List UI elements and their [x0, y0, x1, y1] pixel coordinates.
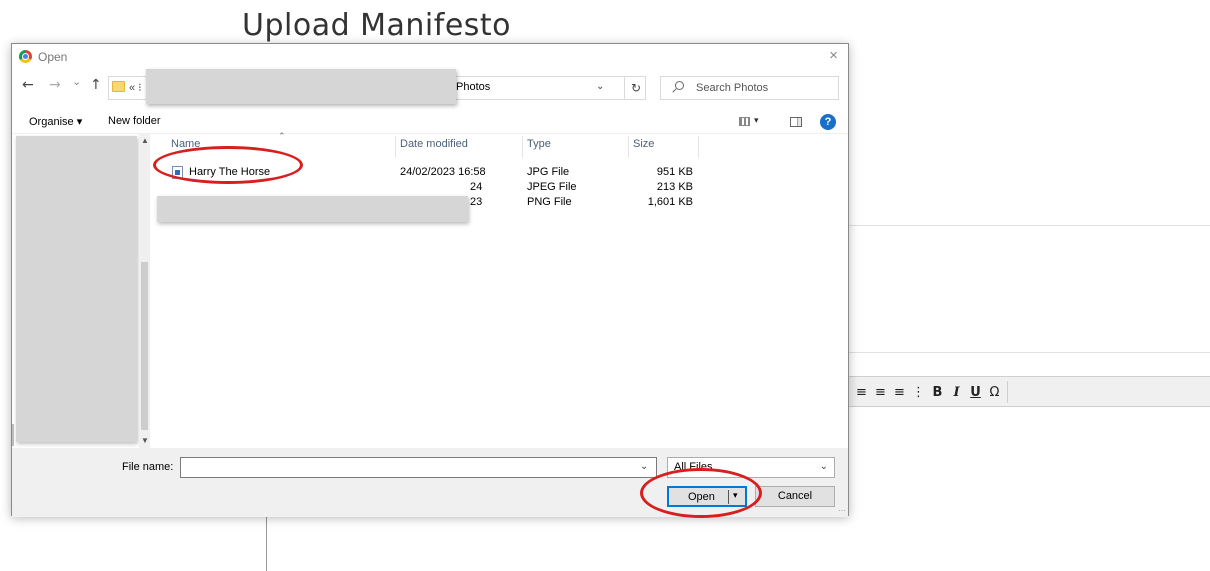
organise-button[interactable]: Organise ▾ [29, 115, 82, 128]
column-header-type[interactable]: Type [527, 138, 551, 150]
up-folder-icon[interactable]: ↑ [90, 77, 102, 93]
command-bar: Organise ▾ New folder ▾ ? [12, 112, 848, 134]
sort-ascending-icon: ⌃ [278, 131, 286, 141]
unordered-list-icon[interactable]: ⋮ [910, 382, 927, 402]
open-button[interactable]: Open ▾ [667, 486, 747, 507]
search-placeholder: Search Photos [696, 82, 769, 94]
refresh-icon[interactable]: ↻ [624, 77, 647, 99]
search-input[interactable]: Search Photos [660, 76, 839, 100]
scroll-down-icon[interactable]: ▼ [141, 436, 149, 445]
file-size: 951 KB [656, 166, 693, 178]
folder-icon [112, 81, 125, 92]
file-date: 24 [470, 181, 483, 193]
file-date: 24/02/2023 16:58 [400, 166, 486, 178]
column-divider [522, 136, 523, 158]
align-right-icon[interactable]: ≡ [853, 382, 870, 402]
dialog-footer: File name: ⌄ All Files ⌄ Open ▾ Cancel ⋯ [12, 448, 848, 517]
file-type: PNG File [527, 196, 572, 208]
split-divider [728, 490, 729, 504]
file-type-select[interactable]: All Files ⌄ [667, 457, 835, 478]
file-type: JPG File [527, 166, 570, 178]
column-divider [628, 136, 629, 158]
column-header-date[interactable]: Date modified [400, 138, 468, 150]
editor-toolbar: ≡ ≡ ≡ ⋮ B I U Ω [845, 376, 1210, 407]
divider [266, 515, 267, 571]
file-name-label: File name: [122, 461, 174, 473]
chevron-down-icon: ⌄ [819, 461, 828, 472]
justify-icon[interactable]: ≡ [872, 382, 889, 402]
forward-icon[interactable]: → [49, 77, 61, 93]
navigation-pane[interactable]: ▲ ▼ [12, 134, 150, 448]
back-icon[interactable]: ← [22, 77, 34, 93]
dialog-titlebar[interactable]: Open × [12, 44, 848, 72]
column-header-size[interactable]: Size [633, 138, 654, 150]
divider [849, 352, 1210, 353]
dialog-title: Open [38, 50, 68, 64]
scroll-up-icon[interactable]: ▲ [141, 136, 149, 145]
recent-locations-icon[interactable]: ⌄ [72, 75, 81, 88]
open-options-icon[interactable]: ▾ [733, 490, 738, 501]
breadcrumb-overflow[interactable]: « ⁝ [129, 81, 142, 94]
scrollbar-thumb[interactable] [141, 262, 148, 430]
search-icon [675, 81, 684, 90]
breadcrumb-photos[interactable]: Photos [456, 81, 490, 93]
italic-button[interactable]: I [948, 382, 965, 402]
preview-pane-icon[interactable] [790, 117, 802, 127]
file-type: JPEG File [527, 181, 577, 193]
image-file-icon [172, 166, 183, 179]
bold-button[interactable]: B [929, 382, 946, 402]
file-type-value: All Files [674, 461, 713, 473]
resize-grip-icon[interactable]: ⋯ [838, 506, 846, 515]
chevron-down-icon[interactable]: ▾ [754, 115, 759, 126]
cancel-button[interactable]: Cancel [755, 486, 835, 507]
ordered-list-icon[interactable]: ≡ [891, 382, 908, 402]
view-options-icon[interactable] [739, 117, 750, 126]
redacted-area [157, 196, 468, 222]
open-button-label: Open [688, 491, 715, 503]
open-file-dialog: Open × ← → ⌄ ↑ « ⁝ › Photos ⌄ ↻ Search P… [11, 43, 849, 517]
column-divider [395, 136, 396, 158]
special-character-button[interactable]: Ω [986, 382, 1003, 402]
file-list: ⌃ Name Date modified Type Size Harry The… [152, 131, 849, 448]
redacted-area [146, 69, 456, 104]
chrome-icon [19, 50, 32, 63]
column-divider [698, 136, 699, 158]
file-name-input[interactable] [180, 457, 657, 478]
divider [849, 225, 1210, 226]
chevron-down-icon[interactable]: ⌄ [596, 81, 604, 92]
file-size: 213 KB [656, 181, 693, 193]
underline-button[interactable]: U [967, 382, 984, 402]
file-size: 1,601 KB [647, 196, 693, 208]
redacted-area [16, 136, 137, 442]
file-date: 23 [470, 196, 483, 208]
close-icon[interactable]: × [829, 47, 838, 64]
resize-handle[interactable] [12, 424, 14, 446]
help-icon[interactable]: ? [820, 114, 836, 130]
new-folder-button[interactable]: New folder [108, 115, 161, 127]
scrollbar[interactable]: ▲ ▼ [139, 134, 150, 448]
file-name: Harry The Horse [189, 166, 271, 178]
column-header-name[interactable]: Name [171, 138, 200, 150]
page-title: Upload Manifesto [242, 8, 512, 43]
